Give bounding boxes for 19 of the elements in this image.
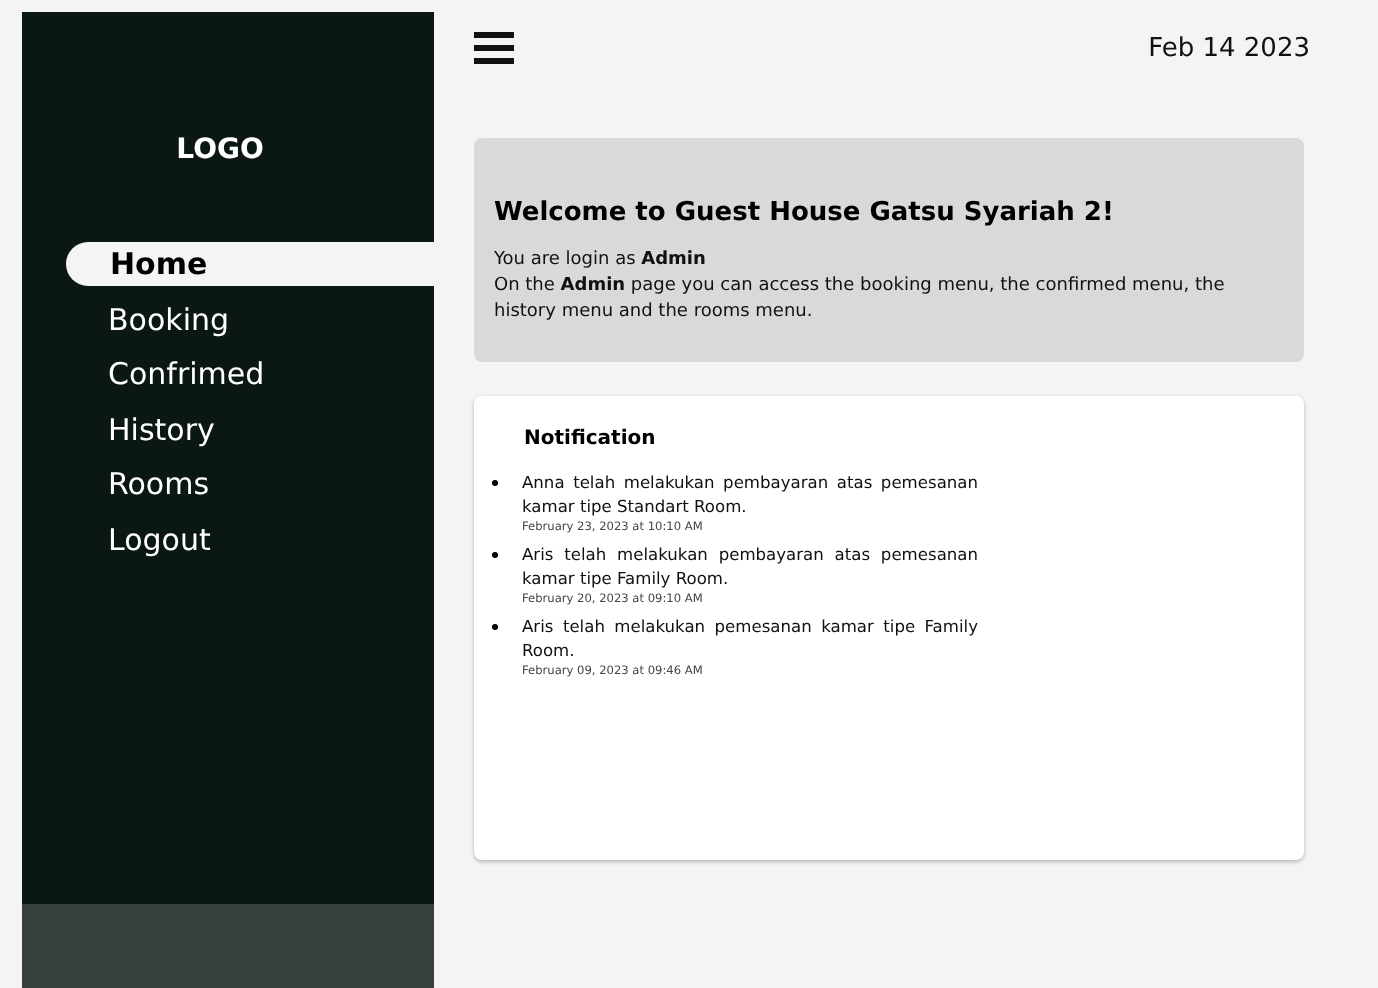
bullet-icon bbox=[492, 624, 498, 630]
sidebar-item[interactable]: Logout bbox=[22, 517, 434, 561]
date-text: Feb 14 2023 bbox=[1148, 33, 1310, 63]
sidebar-item[interactable]: Home bbox=[66, 242, 434, 286]
sidebar-item[interactable]: Booking bbox=[22, 297, 434, 341]
notification-text: Aris telah melakukan pembayaran atas pemesanan kamar tipe Family Room. bbox=[522, 542, 978, 590]
sidebar-item[interactable]: Confrimed bbox=[22, 352, 434, 396]
logo: LOGO bbox=[174, 134, 266, 166]
welcome-text: You are login as Admin bbox=[494, 248, 708, 274]
bullet-icon bbox=[492, 552, 498, 558]
welcome-text: On the Admin page you can access the booking menu, the confirmed menu, the history menu and the rooms menu. bbox=[494, 274, 1227, 326]
sidebar-item[interactable]: History bbox=[22, 407, 434, 451]
bullet-icon bbox=[492, 480, 498, 486]
notification-title: Notification bbox=[524, 428, 658, 450]
sidebar-item[interactable]: Rooms bbox=[22, 462, 434, 506]
menu-icon[interactable] bbox=[474, 32, 514, 64]
notification-text: Aris telah melakukan pemesanan kamar tipe Family Room. bbox=[522, 614, 978, 662]
welcome-title: Welcome to Guest House Gatsu Syariah 2! bbox=[494, 198, 1116, 228]
notification-text: Anna telah melakukan pembayaran atas pemesanan kamar tipe Standart Room. bbox=[522, 470, 978, 518]
